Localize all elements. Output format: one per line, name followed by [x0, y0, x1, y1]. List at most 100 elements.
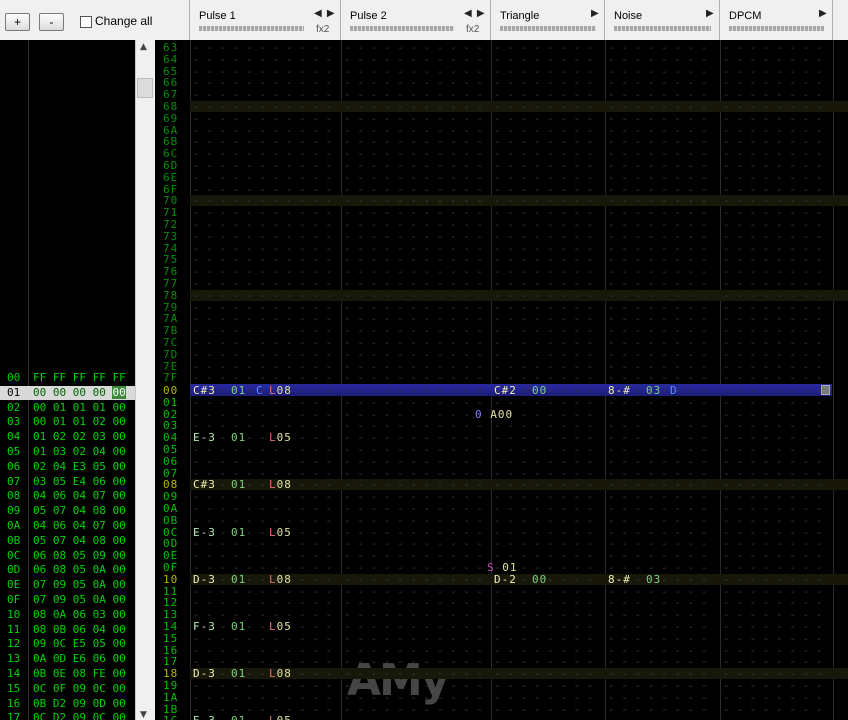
note-cell[interactable]: 8-# [608, 385, 631, 396]
frame-row[interactable]: 04 01 02 02 03 00 [0, 430, 135, 444]
frame-row[interactable]: 08 04 06 04 07 00 [0, 489, 135, 503]
effect-cell[interactable]: L05 [269, 621, 292, 632]
note-cell[interactable]: C#3 [193, 385, 216, 396]
frame-row[interactable]: 17 0C D2 09 0C 00 [0, 711, 135, 720]
note-cell[interactable]: D-2 [494, 574, 517, 585]
frame-row[interactable]: 05 01 03 02 04 00 [0, 445, 135, 459]
instrument-cell[interactable]: 01 [231, 432, 246, 443]
frame-selected-cell[interactable]: 00 [112, 385, 126, 399]
note-cell[interactable]: C#3 [193, 479, 216, 490]
empty-cells: - - - - - - - - [494, 135, 600, 149]
frame-row[interactable]: 14 0B 0E 08 FE 00 [0, 667, 135, 681]
instrument-cell[interactable]: 00 [532, 385, 547, 396]
instrument-cell[interactable]: 01 [231, 668, 246, 679]
channel-header-noise[interactable]: Noise ▶ [605, 0, 720, 40]
channel-name: Pulse 2 [350, 10, 387, 22]
frame-row[interactable]: 02 00 01 01 01 00 [0, 401, 135, 415]
scrollbar-thumb[interactable] [137, 78, 153, 98]
channel-header-pulse-1[interactable]: Pulse 1 ◀ ▶ fx2 [190, 0, 341, 40]
frame-row[interactable]: 06 02 04 E3 05 00 [0, 460, 135, 474]
instrument-cell[interactable]: 01 [231, 574, 246, 585]
effect-cell[interactable]: L08 [269, 574, 292, 585]
instrument-cell[interactable]: 01 [231, 527, 246, 538]
channel-arrows-icon[interactable]: ▶ [819, 8, 828, 19]
frame-values: 0C D2 09 0C 00 [33, 711, 126, 720]
scroll-up-icon[interactable]: ▲ [140, 42, 147, 52]
empty-cells: - - - - - - - - [494, 431, 600, 445]
effect-cell[interactable]: L05 [269, 527, 292, 538]
instrument-cell[interactable]: 00 [532, 574, 547, 585]
frame-list-scrollbar[interactable]: ▲ ▼ [135, 40, 155, 720]
empty-cells: - - - - - - - - [723, 347, 829, 361]
channel-arrows-icon[interactable]: ◀ ▶ [464, 8, 486, 19]
note-cell[interactable]: E-3 [193, 715, 216, 720]
frame-row[interactable]: 13 0A 0D E6 06 00 [0, 652, 135, 666]
frame-row[interactable]: 0D 06 08 05 0A 00 [0, 563, 135, 577]
effect-cell[interactable]: C [256, 385, 264, 396]
channel-arrows-icon[interactable]: ▶ [591, 8, 600, 19]
instrument-cell[interactable]: 01 [231, 621, 246, 632]
effect-cell[interactable]: S 01 [487, 562, 518, 573]
channel-arrows-icon[interactable]: ▶ [706, 8, 715, 19]
note-cell[interactable]: C#2 [494, 385, 517, 396]
note-cell[interactable]: D-3 [193, 668, 216, 679]
volume-meter [729, 26, 824, 31]
add-frame-button[interactable]: + [5, 13, 30, 31]
instrument-cell[interactable]: 01 [231, 715, 246, 720]
empty-cells: - - - - - - - - [494, 584, 600, 598]
frame-row[interactable]: 15 0C 0F 09 0C 00 [0, 682, 135, 696]
effect-cell[interactable]: L08 [269, 479, 292, 490]
effect-command: L [269, 478, 277, 492]
channel-header-pulse-2[interactable]: Pulse 2 ◀ ▶ fx2 [341, 0, 491, 40]
instrument-cell[interactable]: 03 [646, 385, 661, 396]
channel-header-triangle[interactable]: Triangle ▶ [491, 0, 605, 40]
effect-columns-label[interactable]: fx2 [466, 24, 479, 35]
remove-frame-button[interactable]: - [39, 13, 64, 31]
effect-cell[interactable]: L08 [269, 385, 292, 396]
frame-row[interactable]: 01 00 00 00 00 00 [0, 385, 135, 400]
pattern-editor[interactable]: 63 64 65 66 67 68 69 6A 6B 6C 6D 6E 6F 70 71 72 73 74 75 76… [155, 40, 848, 720]
effect-cell[interactable]: L05 [269, 715, 292, 720]
note-cell[interactable]: F-3 [193, 621, 216, 632]
effect-cell[interactable]: 0 A00 [475, 409, 513, 420]
frame-row[interactable]: 0B 05 07 04 08 00 [0, 534, 135, 548]
frame-row[interactable]: 09 05 07 04 08 00 [0, 504, 135, 518]
channel-header-dpcm[interactable]: DPCM ▶ [720, 0, 833, 40]
empty-cells: - - - - - - - - [494, 300, 600, 314]
frame-row[interactable]: 11 08 0B 06 04 00 [0, 623, 135, 637]
effect-cell[interactable]: L08 [269, 668, 292, 679]
frame-row[interactable]: 07 03 05 E4 06 00 [0, 475, 135, 489]
instrument-cell[interactable]: 01 [231, 479, 246, 490]
scroll-down-icon[interactable]: ▼ [140, 710, 147, 720]
empty-cells: - - - - - - - - - - - [193, 288, 333, 302]
frame-row[interactable]: 0C 06 08 05 09 00 [0, 549, 135, 563]
effect-cell[interactable]: D [670, 385, 678, 396]
channel-arrows-icon[interactable]: ◀ ▶ [314, 8, 336, 19]
note-cell[interactable]: E-3 [193, 527, 216, 538]
note-cell[interactable]: D-3 [193, 574, 216, 585]
frame-row[interactable]: 12 09 0C E5 05 00 [0, 637, 135, 651]
effect-columns-label[interactable]: fx2 [316, 24, 329, 35]
frame-row[interactable]: 00 FF FF FF FF FF [0, 371, 135, 385]
pattern-scrollbar[interactable] [833, 40, 848, 720]
note-cell[interactable]: E-3 [193, 432, 216, 443]
empty-cells: - - - - - - - - - - - [193, 655, 333, 669]
empty-cells: - - - - - - - - [494, 643, 600, 657]
frame-row[interactable]: 0E 07 09 05 0A 00 [0, 578, 135, 592]
frame-list[interactable]: 00 FF FF FF FF FF 01 00 00 00 00 00 02 00 01 … [0, 40, 155, 720]
frame-row[interactable]: 0A 04 06 04 07 00 [0, 519, 135, 533]
empty-cells: - - - - - - - - [608, 513, 714, 527]
frame-row[interactable]: 03 00 01 01 02 00 [0, 415, 135, 429]
column-divider [605, 40, 606, 720]
effect-cell[interactable]: L05 [269, 432, 292, 443]
note-cell[interactable]: 8-# [608, 574, 631, 585]
frame-row[interactable]: 10 08 0A 06 03 00 [0, 608, 135, 622]
checkbox-box[interactable] [80, 16, 92, 28]
frame-index: 12 [7, 637, 21, 651]
instrument-cell[interactable]: 01 [231, 385, 246, 396]
instrument-cell[interactable]: 03 [646, 574, 661, 585]
frame-row[interactable]: 0F 07 09 05 0A 00 [0, 593, 135, 607]
empty-cells: - - - - - - - - [723, 513, 829, 527]
frame-index: 0B [7, 533, 21, 547]
frame-row[interactable]: 16 0B D2 09 0D 00 [0, 697, 135, 711]
